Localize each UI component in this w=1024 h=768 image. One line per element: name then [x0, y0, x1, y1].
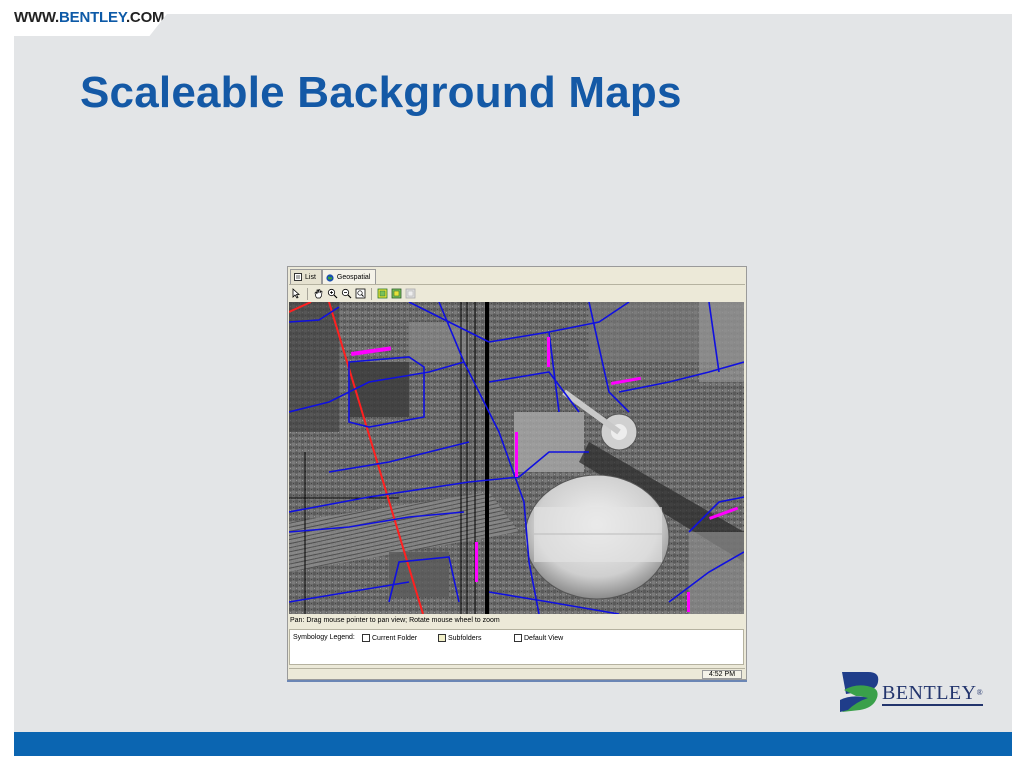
list-icon	[294, 273, 302, 281]
map-status-text: Pan: Drag mouse pointer to pan view; Rot…	[290, 617, 500, 624]
legend-swatch	[438, 634, 446, 642]
legend-item-default-view: Default View	[514, 634, 563, 642]
legend-swatch	[362, 634, 370, 642]
bentley-wordmark: BENTLEY®	[882, 682, 984, 706]
geospatial-app-window: List Geospatial Pan: Drag mouse pointer …	[287, 266, 747, 680]
window-status-bar: 4:52 PM	[289, 668, 745, 680]
pan-hand-icon[interactable]	[313, 288, 324, 299]
globe-icon	[326, 273, 334, 282]
view-tabs: List Geospatial	[290, 269, 377, 285]
zoom-out-icon[interactable]	[341, 288, 352, 299]
toolbar-separator	[371, 287, 372, 300]
map-toolbar	[289, 284, 745, 302]
slide-title: Scaleable Background Maps	[80, 68, 682, 117]
aerial-map-canvas	[289, 302, 744, 614]
clock: 4:52 PM	[702, 670, 742, 679]
symbology-legend: Symbology Legend: Current Folder Subfold…	[289, 629, 744, 665]
layer-props-icon[interactable]	[391, 288, 402, 299]
select-arrow-icon[interactable]	[291, 288, 302, 299]
legend-label: Symbology Legend:	[293, 634, 355, 641]
layer-icon[interactable]	[377, 288, 388, 299]
bentley-logo: BENTLEY®	[838, 670, 988, 714]
layer-disabled-icon	[405, 288, 416, 299]
window-bottom-edge	[287, 680, 747, 682]
tab-geospatial-label: Geospatial	[336, 274, 371, 281]
legend-item-current-folder: Current Folder	[362, 634, 417, 642]
toolbar-separator	[307, 287, 308, 300]
zoom-extents-icon[interactable]	[355, 288, 366, 299]
aerial-map-view[interactable]	[289, 302, 744, 614]
website-url[interactable]: WWW.BENTLEY.COM	[14, 9, 165, 26]
tab-list[interactable]: List	[290, 269, 322, 284]
zoom-in-icon[interactable]	[327, 288, 338, 299]
bentley-b-logo-icon	[840, 672, 879, 712]
url-tab: WWW.BENTLEY.COM	[0, 0, 178, 36]
tab-list-label: List	[305, 273, 316, 281]
legend-swatch	[514, 634, 522, 642]
footer-bar	[14, 732, 1012, 756]
legend-item-subfolders: Subfolders	[438, 634, 481, 642]
tab-geospatial[interactable]: Geospatial	[321, 269, 377, 285]
